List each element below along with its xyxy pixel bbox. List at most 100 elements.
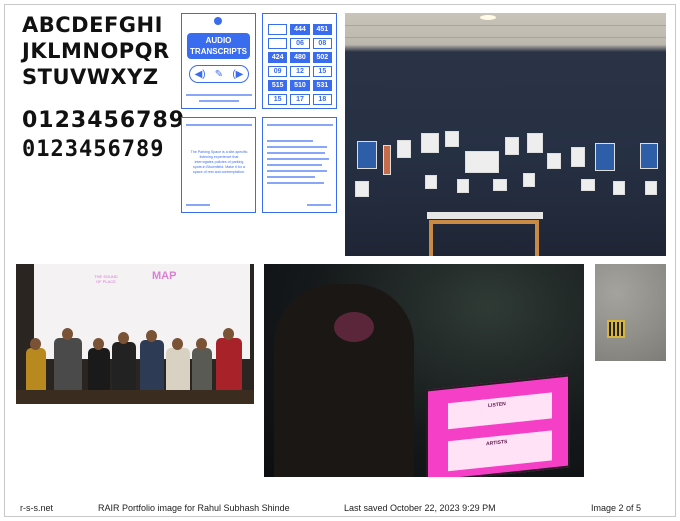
screen-title: MAP — [152, 270, 177, 282]
grid-cell: 12 — [290, 66, 310, 77]
poster-text-line — [267, 164, 322, 166]
wall-poster — [445, 131, 459, 147]
display-shelf — [427, 212, 543, 219]
grid-cell — [268, 38, 288, 49]
grid-cell: 18 — [312, 94, 332, 105]
laptop-panel — [448, 392, 552, 430]
wall-poster — [595, 143, 615, 171]
footer-site: r-s-s.net — [20, 503, 54, 513]
wall-poster — [547, 153, 561, 169]
person — [166, 348, 190, 392]
ceiling-seam — [345, 37, 666, 38]
poster-text-line — [267, 140, 313, 142]
wall-poster — [527, 133, 543, 153]
footer-page-count: Image 2 of 5 — [591, 503, 642, 513]
footer-description: RAIR Portfolio image for Rahul Subhash S… — [98, 503, 290, 513]
wall-poster — [421, 133, 439, 153]
grid-cell: 424 — [268, 52, 288, 63]
person-head — [62, 328, 73, 340]
person-head — [30, 338, 41, 350]
person-head — [93, 338, 104, 350]
speaker-icon: ◀) — [194, 68, 206, 80]
wall-photo — [645, 181, 657, 195]
wall-poster — [355, 181, 369, 197]
specimen-line: STUVWXYZ — [22, 65, 159, 89]
person — [140, 340, 164, 392]
wall-poster — [397, 140, 411, 158]
ceiling-light — [480, 15, 496, 20]
grid-cell: 15 — [312, 66, 332, 77]
wall-poster — [640, 143, 658, 169]
poster-text-line — [267, 158, 329, 160]
wall-map — [465, 151, 499, 173]
specimen-line: JKLMNOPQR — [22, 39, 170, 63]
poster-divider — [199, 100, 239, 102]
footer: r-s-s.net RAIR Portfolio image for Rahul… — [0, 503, 680, 517]
wall-poster — [505, 137, 519, 155]
grid-cell: 06 — [290, 38, 310, 49]
wall-photo — [613, 181, 625, 195]
person-head — [118, 332, 129, 344]
pencil-icon: ✎ — [214, 68, 224, 80]
wall-poster — [571, 147, 585, 167]
type-specimen: ABCDEFGHI JKLMNOPQR STUVWXYZ 0123456789 … — [22, 12, 186, 164]
poster-logo — [214, 17, 222, 25]
person — [54, 338, 82, 392]
screen-subtitle: THE SOUND OF PLACE — [94, 274, 118, 284]
specimen-numbers: 0123456789 — [22, 108, 186, 133]
person-head — [146, 330, 157, 342]
poster-text-page — [262, 117, 337, 213]
poster-divider — [267, 124, 333, 126]
poster-divider — [186, 124, 252, 126]
laptop-panel — [448, 430, 552, 472]
specimen-line: ABCDEFGHI — [22, 13, 163, 37]
person-head — [196, 338, 207, 350]
poster-title: AUDIO TRANSCRIPTS — [187, 33, 250, 59]
grid-cell: 15 — [268, 94, 288, 105]
wall-photo — [457, 179, 469, 193]
grid-cell: 451 — [312, 24, 332, 35]
person — [88, 348, 110, 392]
poster-text-line — [267, 176, 315, 178]
concrete-qr-photo — [595, 264, 666, 361]
poster-number-grid: 444 451 06 08 424 480 502 09 12 15 515 5… — [262, 13, 337, 109]
grid-cell: 17 — [290, 94, 310, 105]
wooden-frame — [429, 220, 539, 256]
table — [16, 390, 254, 404]
wall-photo — [523, 173, 535, 187]
grid-cell: 09 — [268, 66, 288, 77]
wall-photo — [493, 179, 507, 191]
night-listening-photo: LISTEN ARTISTS — [264, 264, 584, 477]
grid-cell: 502 — [312, 52, 332, 63]
grid-cell: 08 — [312, 38, 332, 49]
wall-poster — [383, 145, 391, 175]
face-glow — [334, 312, 374, 342]
poster-parking-space: The Parking Space is a site-specific lis… — [181, 117, 256, 213]
poster-title-line: AUDIO — [205, 36, 232, 45]
poster-text-line — [267, 152, 325, 154]
poster-divider — [186, 204, 210, 206]
poster-audio-transcripts: AUDIO TRANSCRIPTS ◀) ✎ (▶ — [181, 13, 256, 109]
wall-poster — [357, 141, 377, 169]
group-presentation-photo: THE SOUND OF PLACE MAP — [16, 264, 254, 404]
grid-cell — [268, 24, 288, 35]
poster-divider — [307, 204, 331, 206]
wall-photo — [425, 175, 437, 189]
grid-cell: 531 — [312, 80, 332, 91]
poster-text-line — [267, 170, 327, 172]
number-grid: 444 451 06 08 424 480 502 09 12 15 515 5… — [268, 24, 332, 105]
laptop-screen: LISTEN ARTISTS — [426, 374, 570, 477]
poster-body-text: The Parking Space is a site-specific lis… — [190, 150, 248, 174]
qr-code — [609, 322, 623, 336]
qr-code-plaque — [607, 320, 625, 338]
headphones-icon: (▶ — [232, 68, 244, 80]
poster-divider — [186, 94, 252, 96]
wall-photo — [581, 179, 595, 191]
gallery-installation-photo — [345, 13, 666, 256]
person — [216, 338, 242, 392]
person-head — [223, 328, 234, 340]
poster-text-line — [267, 146, 327, 148]
person-head — [172, 338, 183, 350]
footer-saved-time: Last saved October 22, 2023 9:29 PM — [344, 503, 496, 513]
person — [112, 342, 136, 392]
